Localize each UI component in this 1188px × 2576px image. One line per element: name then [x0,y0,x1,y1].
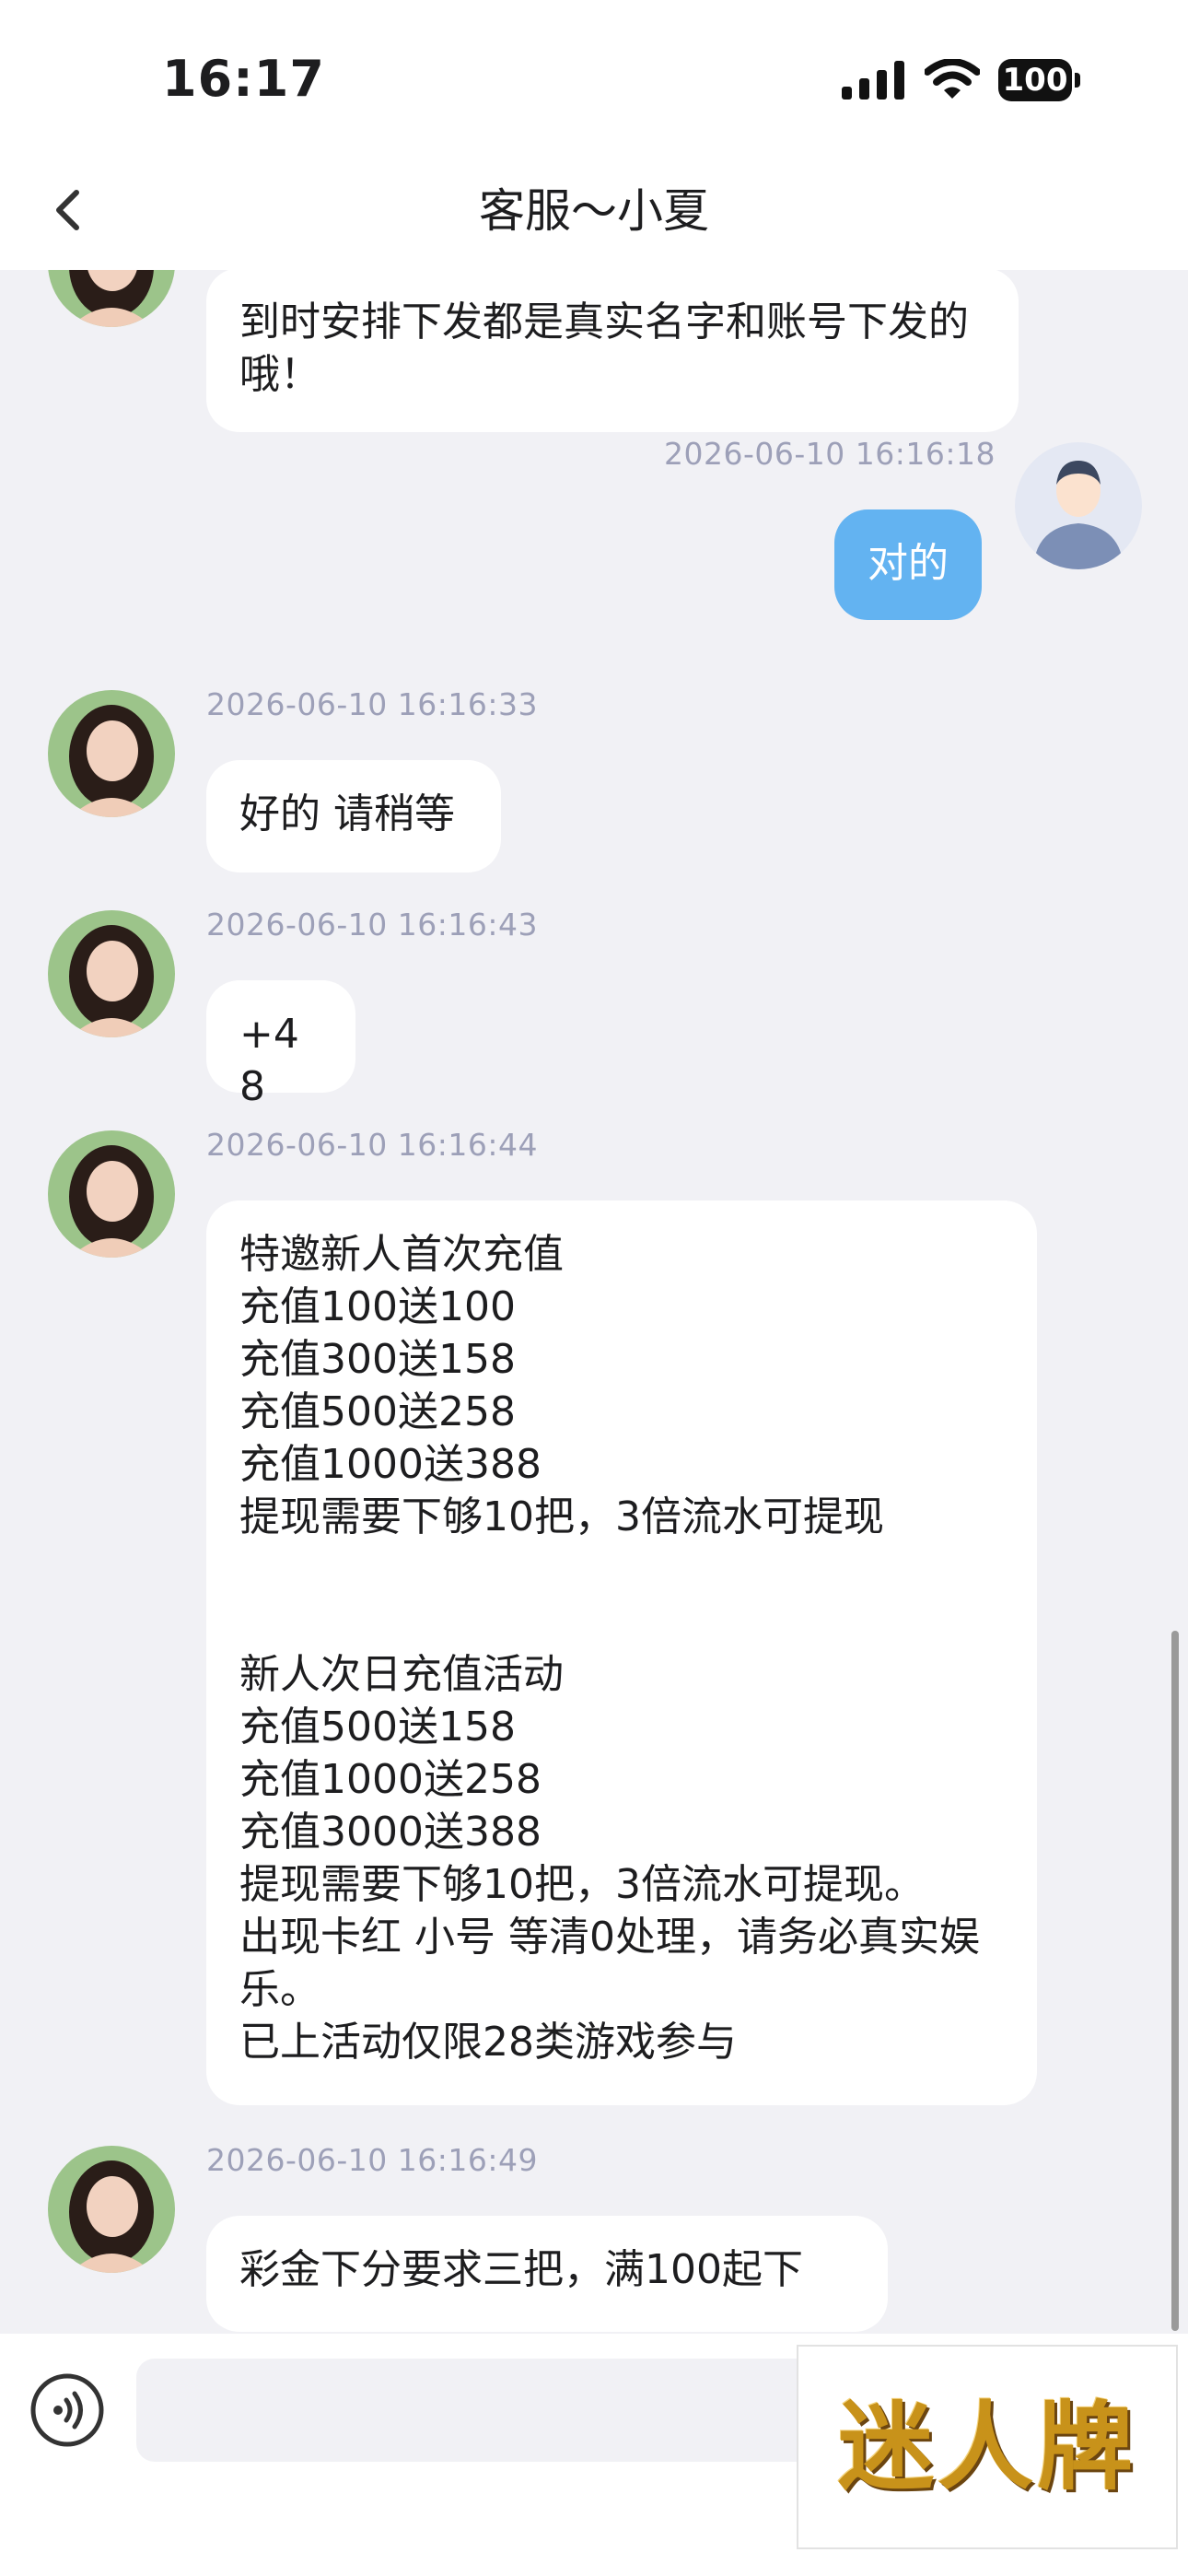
agent-avatar[interactable] [48,2146,175,2273]
chat-list[interactable]: 到时安排下发都是真实名字和账号下发的哦！ 2026-06-10 16:16:18… [0,270,1188,2334]
nav-bar: 客服～小夏 [0,152,1188,270]
voice-input-icon[interactable] [29,2372,105,2448]
wifi-icon [925,59,980,99]
chat-title: 客服～小夏 [479,184,709,238]
agent-avatar[interactable] [48,690,175,817]
agent-avatar[interactable] [48,1130,175,1258]
input-bar: 迷人牌 [0,2334,1188,2576]
message-timestamp: 2026-06-10 16:16:43 [206,907,538,943]
message-bubble-user: 对的 [834,509,982,620]
chat-scrollbar[interactable] [1171,1631,1179,2331]
message-timestamp: 2026-06-10 16:16:44 [206,1127,538,1163]
message-timestamp: 2026-06-10 16:16:18 [664,436,996,472]
status-bar: 16:17 100 [0,0,1188,152]
message-timestamp: 2026-06-10 16:16:33 [206,686,538,722]
agent-avatar[interactable] [48,910,175,1037]
user-avatar[interactable] [1015,442,1142,569]
message-bubble-agent: 到时安排下发都是真实名字和账号下发的哦！ [206,270,1019,432]
message-timestamp: 2026-06-10 16:16:49 [206,2142,538,2178]
battery-level: 100 [998,59,1072,101]
message-bubble-agent: 特邀新人首次充值 充值100送100 充值300送158 充值500送258 充… [206,1200,1037,2105]
battery-icon: 100 [998,59,1081,101]
watermark-text: 迷人牌 [837,2390,1136,2503]
message-bubble-agent: +48 [206,980,355,1110]
watermark-logo: 迷人牌 [797,2345,1178,2549]
message-bubble-agent: 好的 请稍等 [206,760,501,872]
agent-avatar[interactable] [48,270,175,327]
cellular-signal-icon [842,61,904,100]
message-bubble-agent: 彩金下分要求三把，满100起下 [206,2216,888,2332]
status-time: 16:17 [162,50,325,108]
